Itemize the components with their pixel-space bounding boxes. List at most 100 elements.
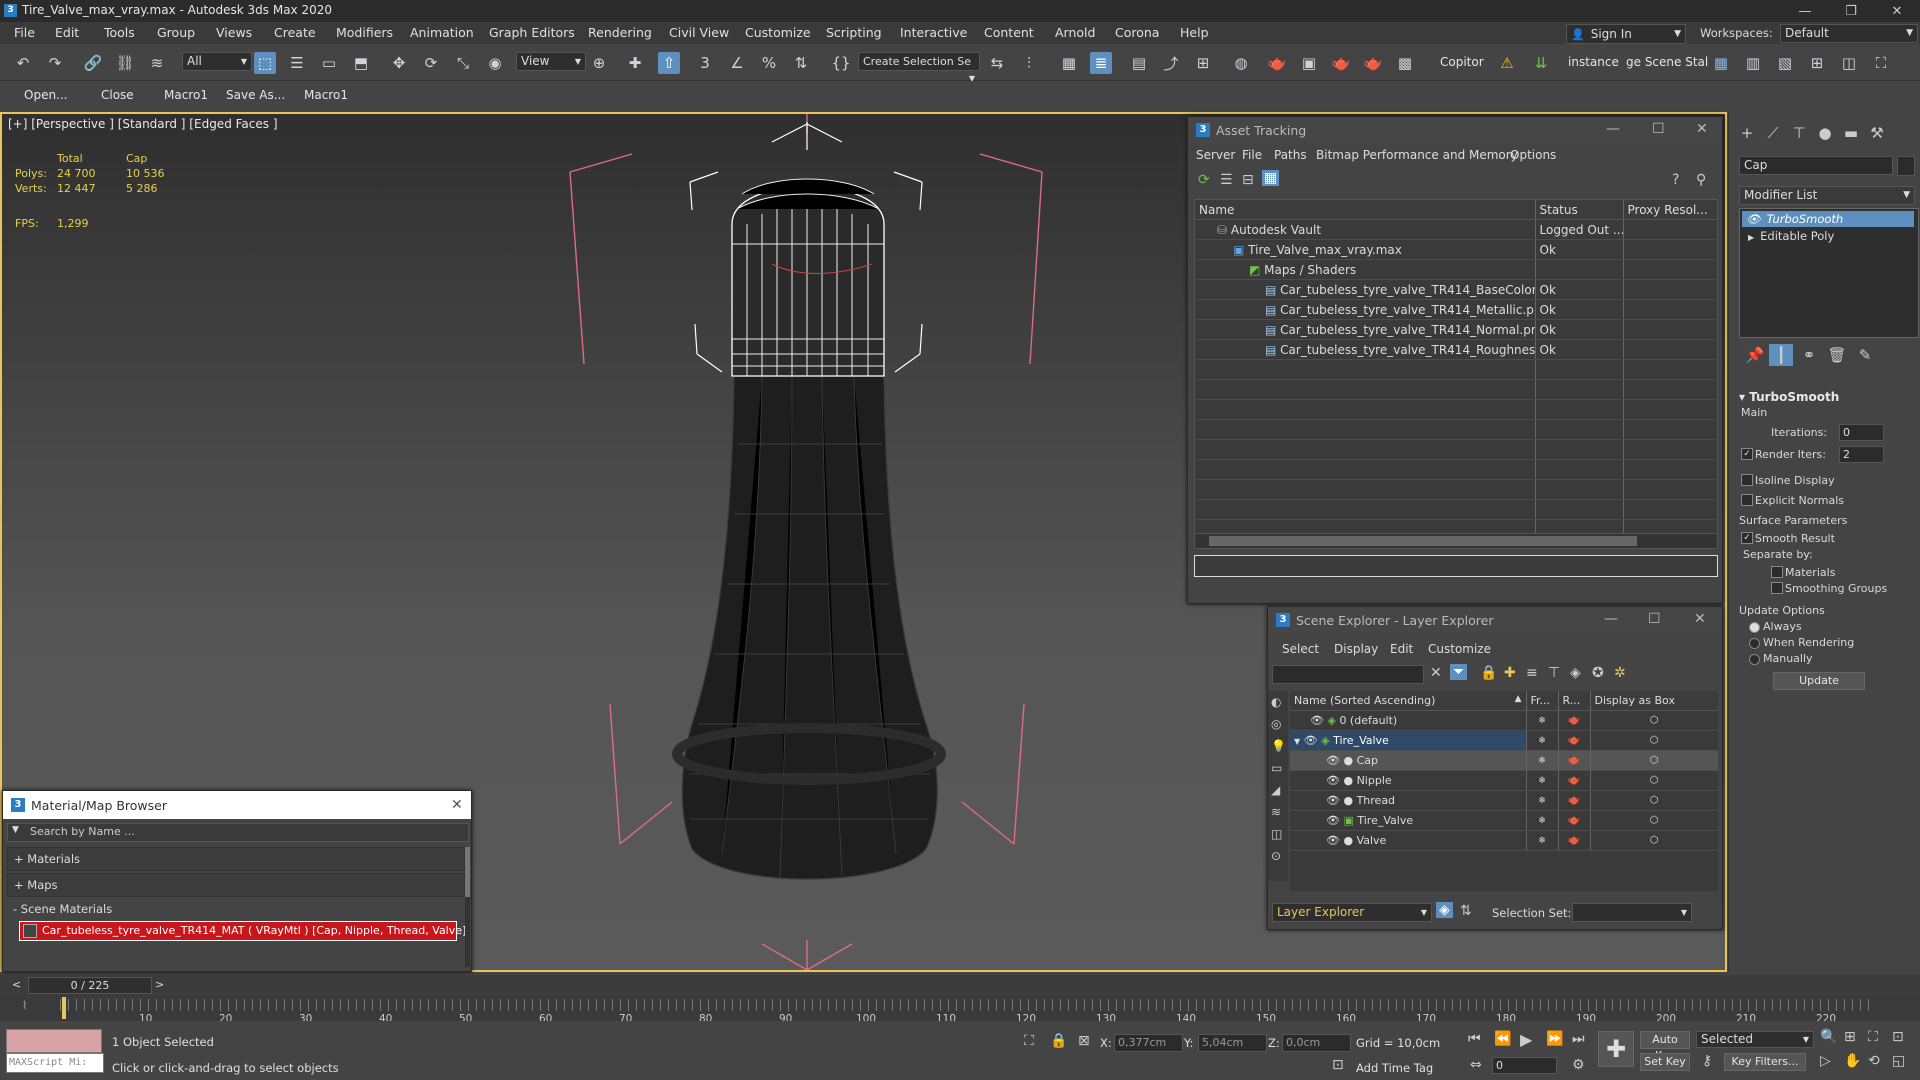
scrollbar-thumb[interactable] [1209,536,1637,546]
freeze-icon[interactable]: ❄ [1526,750,1559,771]
set-keys-button[interactable]: ✚ [1598,1031,1634,1067]
open-button[interactable]: Open... [24,88,68,102]
key-selection-dropdown[interactable]: Selected ▼ [1696,1031,1814,1048]
rectangular-selection-icon[interactable]: ▭ [318,52,340,74]
maximize-icon[interactable]: ☐ [1648,611,1661,627]
table-row[interactable]: 👁 ● Thread ❄ 🫖 ⬡ [1290,790,1718,811]
material-editor-icon[interactable]: ◍ [1230,52,1252,74]
curve-editor-icon[interactable]: ⤴ [1160,52,1182,74]
create-tab-icon[interactable]: + [1735,122,1759,144]
scene-search-input[interactable] [1272,665,1424,684]
render-iters-spinner[interactable]: 2 [1839,446,1884,463]
key-filter-icon[interactable]: ⚷ [1702,1053,1712,1069]
motion-tab-icon[interactable]: ● [1813,122,1837,144]
layer-explorer-icon[interactable]: ≣ [1090,52,1112,74]
make-unique-icon[interactable]: ⚭ [1797,344,1821,366]
eye-icon[interactable]: 👁 [1326,834,1340,847]
close-file-button[interactable]: Close [101,88,134,102]
eye-icon[interactable]: 👁 [1304,734,1318,747]
modifier-list-dropdown[interactable]: Modifier List ▼ [1739,186,1915,205]
always-radio[interactable] [1749,622,1760,633]
filter-icon[interactable]: ⏷ [1450,664,1468,680]
selection-set-dropdown[interactable]: ▼ [1572,903,1692,922]
iterations-spinner[interactable]: 0 [1839,424,1884,441]
menu-file[interactable]: File [14,25,35,40]
keyboard-shortcut-override-icon[interactable]: ⇧ [658,52,680,74]
scale-icon[interactable]: ⤡ [452,52,474,74]
restore-button[interactable]: ❐ [1828,0,1874,22]
menu-help[interactable]: Help [1180,25,1209,40]
sign-in-dropdown[interactable]: 👤 Sign In ▼ [1566,24,1686,44]
col-name[interactable]: Name [1195,200,1536,220]
configure-modifier-sets-icon[interactable]: ✎ [1853,344,1877,366]
scene-stat-label[interactable]: ge Scene Stal [1626,55,1708,69]
zoom-extents-icon[interactable]: ⛶ [1868,1029,1878,1045]
layer-stack-icon[interactable]: ◈ [1436,902,1453,918]
highlight-icon[interactable]: ✪ [1592,665,1604,681]
macro1-button[interactable]: Macro1 [164,88,208,102]
modify-tab-icon[interactable]: ⟋ [1761,122,1785,144]
unlink-icon[interactable]: ⛓ [114,52,136,74]
asset-tracking-titlebar[interactable]: 3 Asset Tracking — ☐ ✕ [1188,117,1722,143]
prev-frame-icon[interactable]: < [12,978,21,991]
maxscript-input[interactable]: MAXScript Mi: [6,1053,104,1073]
clear-search-icon[interactable]: ✕ [1430,665,1442,681]
table-row[interactable]: 👁 ● Valve ❄ 🫖 ⬡ [1290,830,1718,851]
material-browser-titlebar[interactable]: 3 Material/Map Browser ✕ [3,791,471,819]
set-key-button[interactable]: Set Key [1640,1053,1690,1071]
menu-customize[interactable]: Customize [745,25,811,40]
col-render[interactable]: R... [1558,691,1591,711]
eye-icon[interactable]: 👁 [1326,754,1340,767]
smoothing-groups-checkbox[interactable] [1771,582,1783,594]
macro1b-button[interactable]: Macro1 [304,88,348,102]
table-row[interactable]: 👁 ◈ 0 (default) ❄ 🫖 ⬡ [1290,710,1718,731]
double-chevron-down-icon[interactable]: ⇊ [1530,52,1552,74]
menu-customize[interactable]: Customize [1428,642,1491,656]
menu-server[interactable]: Server [1196,148,1235,162]
go-to-end-icon[interactable]: ⏭ [1572,1031,1585,1047]
maxscript-listener[interactable] [6,1029,102,1053]
menu-tools[interactable]: Tools [104,25,135,40]
minimize-button[interactable]: — [1782,0,1828,22]
window-crossing-icon[interactable]: ⬒ [350,52,372,74]
materials-checkbox[interactable] [1771,566,1783,578]
menu-interactive[interactable]: Interactive [900,25,967,40]
tool-a-icon[interactable]: ▥ [1742,52,1764,74]
render-iterative-icon[interactable]: 🫖 [1362,52,1384,74]
help-icon[interactable]: ? [1672,172,1679,188]
render-icon[interactable]: 🫖 [1558,750,1591,771]
workspace-dropdown[interactable]: Default ▼ [1780,24,1918,43]
key-mode-icon[interactable]: ⇔ [1470,1057,1482,1073]
menu-create[interactable]: Create [274,25,316,40]
box-icon[interactable]: ⬡ [1590,810,1718,831]
field-of-view-icon[interactable]: ▷ [1820,1053,1831,1069]
menu-display[interactable]: Display [1334,642,1378,656]
sync-icon[interactable]: ⇅ [1460,903,1472,919]
refresh-icon[interactable]: ⟳ [1198,172,1210,188]
display-geometry-icon[interactable]: ◎ [1271,717,1281,731]
tool-b-icon[interactable]: ▧ [1774,52,1796,74]
expand-arrow-icon[interactable]: ▶ [1748,233,1754,242]
col-display-as-box[interactable]: Display as Box [1590,691,1718,711]
menu-content[interactable]: Content [984,25,1034,40]
pivot-center-icon[interactable]: ⊕ [588,52,610,74]
display-helpers-icon[interactable]: ◢ [1271,783,1280,797]
scrollbar-thumb[interactable] [465,847,470,897]
isolate-selection-icon[interactable]: ⛶ [1024,1033,1034,1049]
maps-section[interactable]: + Maps [7,873,465,897]
new-layer-icon[interactable]: ✚ [1504,665,1516,681]
explorer-type-dropdown[interactable]: Layer Explorer ▼ [1272,903,1432,922]
render-icon[interactable]: 🫖 [1558,810,1591,831]
manually-radio[interactable] [1749,654,1760,665]
freeze-icon[interactable]: ❄ [1526,730,1559,751]
table-row[interactable]: ⛁ Autodesk Vault Logged Out ... [1195,219,1717,240]
table-row[interactable]: ▣ Tire_Valve_max_vray.max Ok [1195,239,1717,260]
list-icon[interactable]: ☰ [1220,172,1233,188]
play-icon[interactable]: ▶ [1520,1030,1532,1049]
box-icon[interactable]: ⬡ [1590,750,1718,771]
display-tab-icon[interactable]: ▬ [1839,122,1863,144]
named-selection-set-dropdown[interactable]: Create Selection Se ▼ [858,52,980,83]
table-row[interactable]: ▤ Car_tubeless_tyre_valve_TR414_BaseColo… [1195,279,1717,300]
link-icon[interactable]: 🔗 [82,52,104,74]
materials-section[interactable]: + Materials [7,847,465,871]
